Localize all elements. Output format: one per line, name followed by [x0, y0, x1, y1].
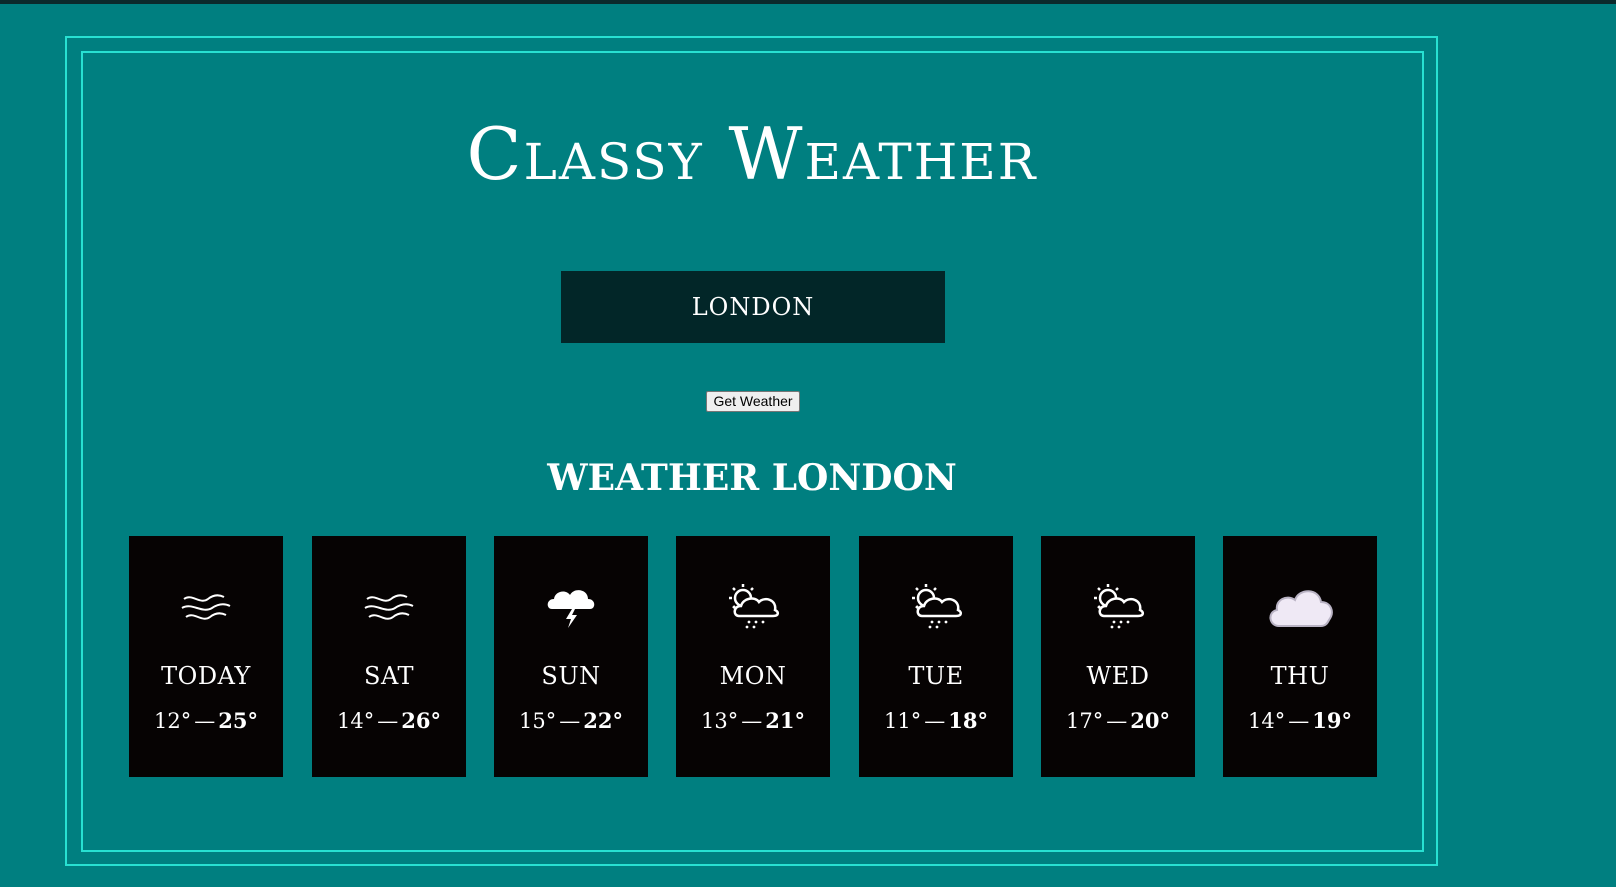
- day-name: TODAY: [161, 662, 251, 690]
- temperature-range: 14° —26°: [312, 708, 466, 733]
- temp-separator: —: [741, 709, 763, 733]
- max-temp: 22°: [583, 708, 623, 733]
- thunder-cloud-icon: [494, 576, 648, 636]
- forecast-day-card: MON 13° —21°: [676, 536, 830, 777]
- day-name: SUN: [541, 662, 601, 690]
- wind-icon: [312, 576, 466, 636]
- top-bar: [0, 0, 1616, 4]
- min-temp: 14°: [1248, 709, 1286, 733]
- max-temp: 20°: [1130, 708, 1170, 733]
- temperature-range: 15° —22°: [494, 708, 648, 733]
- max-temp: 21°: [765, 708, 805, 733]
- day-name: WED: [1086, 662, 1150, 690]
- max-temp: 26°: [401, 708, 441, 733]
- sun-cloud-rain-icon: [1041, 576, 1195, 636]
- wind-icon: [129, 576, 283, 636]
- forecast-day-card: WED 17° —20°: [1041, 536, 1195, 777]
- min-temp: 14°: [337, 709, 375, 733]
- day-name: MON: [719, 662, 787, 690]
- temp-separator: —: [559, 709, 581, 733]
- get-weather-button[interactable]: Get Weather: [706, 391, 800, 412]
- temperature-range: 17° —20°: [1041, 708, 1195, 733]
- min-temp: 13°: [701, 709, 739, 733]
- min-temp: 17°: [1066, 709, 1104, 733]
- temperature-range: 13° —21°: [676, 708, 830, 733]
- max-temp: 25°: [218, 708, 258, 733]
- forecast-day-card: TODAY 12° —25°: [129, 536, 283, 777]
- city-input[interactable]: [561, 271, 945, 343]
- max-temp: 18°: [948, 708, 988, 733]
- forecast-day-card: SUN 15° —22°: [494, 536, 648, 777]
- day-name: TUE: [908, 662, 964, 690]
- temp-separator: —: [924, 709, 946, 733]
- sun-cloud-rain-icon: [859, 576, 1013, 636]
- min-temp: 12°: [154, 709, 192, 733]
- temp-separator: —: [377, 709, 399, 733]
- forecast-list: TODAY 12° —25° SAT 14° —26° SUN 15° —22°…: [129, 536, 1379, 777]
- forecast-heading: Weather LONDON: [547, 457, 957, 499]
- temp-separator: —: [1288, 709, 1310, 733]
- max-temp: 19°: [1312, 708, 1352, 733]
- forecast-day-card: TUE 11° —18°: [859, 536, 1013, 777]
- sun-cloud-rain-icon: [676, 576, 830, 636]
- app-title: Classy Weather: [466, 112, 1038, 196]
- forecast-day-card: THU 14° —19°: [1223, 536, 1377, 777]
- temperature-range: 11° —18°: [859, 708, 1013, 733]
- cloud-icon: [1223, 576, 1377, 636]
- temperature-range: 14° —19°: [1223, 708, 1377, 733]
- temp-separator: —: [1106, 709, 1128, 733]
- temp-separator: —: [194, 709, 216, 733]
- day-name: THU: [1270, 662, 1330, 690]
- min-temp: 11°: [884, 709, 922, 733]
- temperature-range: 12° —25°: [129, 708, 283, 733]
- min-temp: 15°: [519, 709, 557, 733]
- forecast-day-card: SAT 14° —26°: [312, 536, 466, 777]
- day-name: SAT: [364, 662, 414, 690]
